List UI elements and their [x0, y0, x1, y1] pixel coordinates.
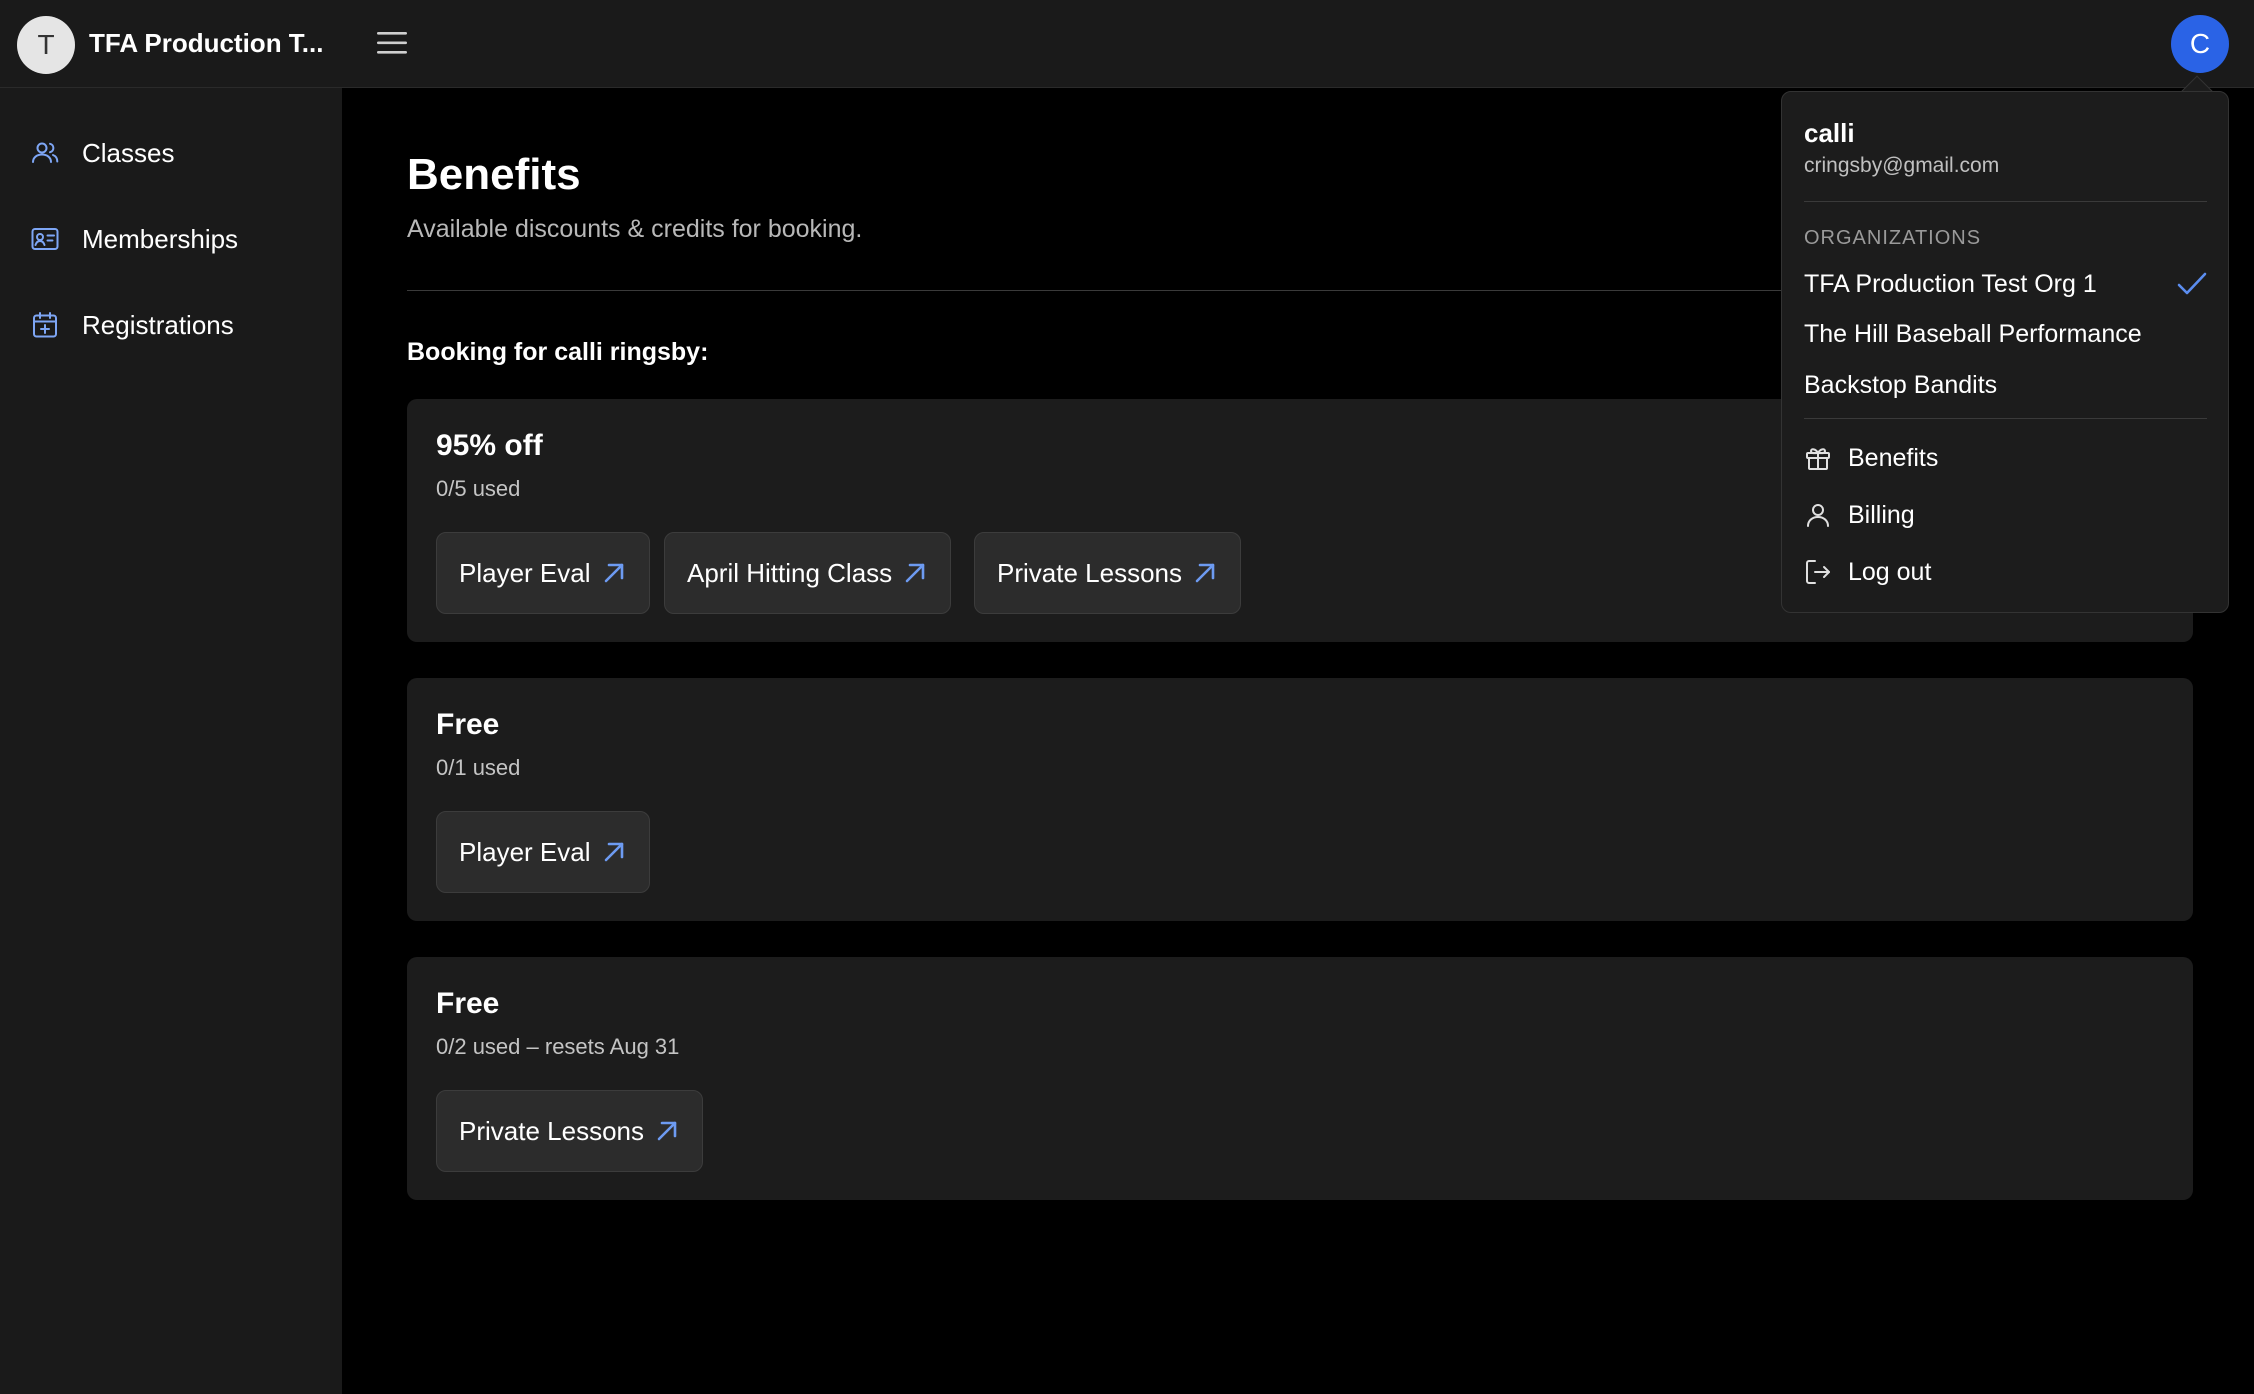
arrow-up-right-icon	[905, 563, 925, 583]
check-icon	[2177, 272, 2207, 295]
booking-for-label: Booking for calli ringsby:	[407, 338, 709, 366]
org-option-label: Backstop Bandits	[1804, 370, 1998, 399]
arrow-up-right-icon	[657, 1121, 677, 1141]
menu-item-label: Billing	[1848, 500, 1915, 529]
top-bar: T TFA Production T... C	[0, 0, 2254, 88]
menu-item-benefits[interactable]: Benefits	[1804, 436, 2207, 480]
benefit-link-button[interactable]: Player Eval	[436, 532, 650, 614]
page-subtitle: Available discounts & credits for bookin…	[407, 215, 863, 243]
benefit-link-label: Private Lessons	[459, 1115, 644, 1146]
arrow-up-right-icon	[604, 563, 623, 583]
benefit-title: 95% off	[436, 429, 543, 462]
org-name[interactable]: TFA Production T...	[89, 28, 323, 59]
arrow-up-right-icon	[1195, 563, 1215, 583]
menu-item-label: Log out	[1848, 557, 1932, 586]
org-option-label: The Hill Baseball Performance	[1804, 319, 2142, 348]
menu-divider	[1804, 201, 2207, 202]
benefit-title: Free	[436, 708, 500, 741]
benefit-link-button[interactable]: Private Lessons	[974, 532, 1241, 614]
sidebar-item-label: Memberships	[82, 223, 239, 254]
users-icon	[32, 142, 59, 163]
page-title: Benefits	[407, 150, 581, 199]
organizations-heading: ORGANIZATIONS	[1804, 227, 1982, 249]
menu-item-label: Benefits	[1848, 443, 1939, 472]
sidebar-item-label: Registrations	[82, 309, 234, 340]
benefit-link-button[interactable]: Player Eval	[436, 811, 650, 893]
benefit-title: Free	[436, 987, 500, 1020]
arrow-up-right-icon	[604, 842, 623, 862]
org-option-selected[interactable]: TFA Production Test Org 1	[1804, 264, 2207, 304]
org-option[interactable]: The Hill Baseball Performance	[1804, 314, 2207, 354]
log-out-icon	[1806, 560, 1830, 584]
benefit-card: Free 0/2 used – resets Aug 31 Private Le…	[407, 957, 2193, 1200]
benefit-usage: 0/1 used	[436, 755, 521, 780]
benefit-link-label: Player Eval	[459, 557, 591, 588]
hamburger-menu-icon	[377, 32, 407, 54]
org-option-label: TFA Production Test Org 1	[1804, 269, 2097, 298]
benefit-link-label: Player Eval	[459, 836, 591, 867]
sidebar: Classes Memberships Registrations	[0, 88, 342, 1394]
sidebar-item-classes[interactable]: Classes	[0, 118, 342, 188]
gift-icon	[1806, 448, 1830, 470]
sidebar-item-registrations[interactable]: Registrations	[0, 290, 342, 360]
benefit-link-button[interactable]: April Hitting Class	[664, 532, 952, 614]
user-menu-dropdown: calli cringsby@gmail.com ORGANIZATIONS T…	[1781, 91, 2229, 613]
benefit-link-label: Private Lessons	[997, 557, 1182, 588]
menu-item-log-out[interactable]: Log out	[1804, 550, 2207, 594]
user-menu-username: calli	[1804, 118, 1855, 148]
hamburger-menu-button[interactable]	[372, 26, 412, 60]
benefit-usage: 0/2 used – resets Aug 31	[436, 1034, 680, 1059]
sidebar-item-memberships[interactable]: Memberships	[0, 204, 342, 274]
benefit-card: Free 0/1 used Player Eval	[407, 678, 2193, 921]
menu-item-billing[interactable]: Billing	[1804, 493, 2207, 537]
org-option[interactable]: Backstop Bandits	[1804, 365, 2207, 405]
menu-divider	[1804, 418, 2207, 419]
org-avatar[interactable]: T	[17, 16, 75, 74]
user-menu-email: cringsby@gmail.com	[1804, 154, 2000, 177]
calendar-plus-icon	[33, 312, 57, 338]
benefit-link-button[interactable]: Private Lessons	[436, 1090, 703, 1172]
user-avatar-button[interactable]: C	[2171, 15, 2229, 73]
benefit-link-label: April Hitting Class	[687, 557, 893, 588]
sidebar-item-label: Classes	[82, 137, 175, 168]
benefit-usage: 0/5 used	[436, 476, 521, 501]
user-icon	[1807, 504, 1829, 527]
id-card-icon	[31, 228, 59, 250]
